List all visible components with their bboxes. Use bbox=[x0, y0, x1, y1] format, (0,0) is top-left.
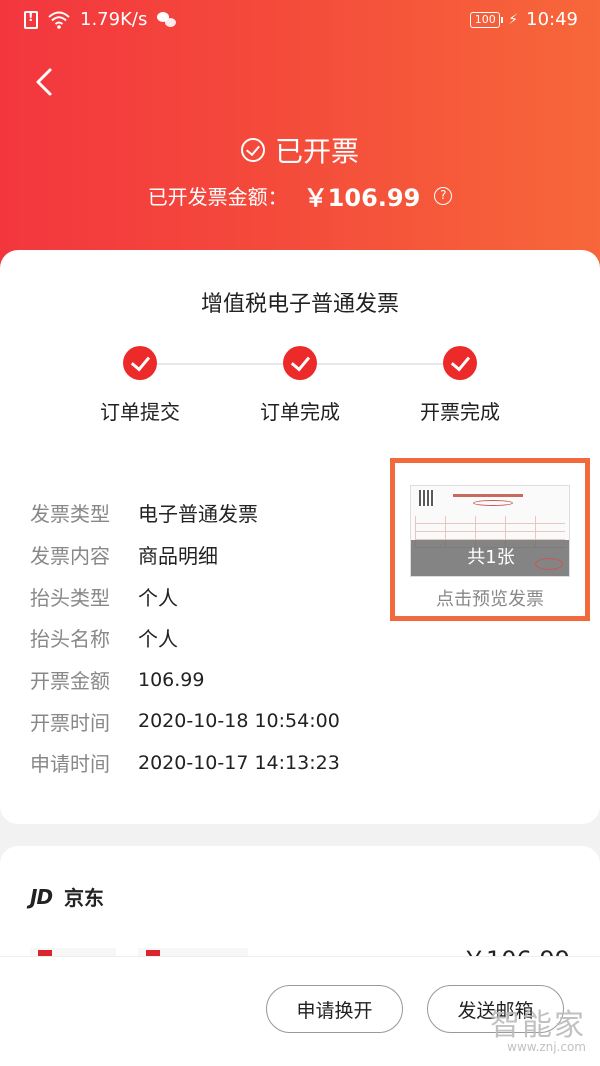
detail-label: 抬头名称 bbox=[30, 627, 110, 652]
detail-label: 抬头类型 bbox=[30, 585, 110, 610]
step-label: 订单完成 bbox=[260, 400, 340, 424]
detail-row-title-type: 抬头类型 个人 bbox=[30, 575, 340, 617]
status-right: 100 ⚡ 10:49 bbox=[470, 9, 578, 30]
detail-value: 2020-10-18 10:54:00 bbox=[138, 710, 340, 733]
thumbnail-header bbox=[411, 486, 569, 512]
invoice-thumbnail[interactable]: 共1张 bbox=[410, 485, 570, 577]
detail-label: 发票内容 bbox=[30, 544, 110, 569]
detail-value: 106.99 bbox=[138, 668, 205, 691]
status-bar: 1.79K/s 100 ⚡ 10:49 bbox=[0, 0, 600, 40]
sim-alert-icon bbox=[24, 10, 38, 29]
step-label: 开票完成 bbox=[420, 400, 500, 424]
wechat-notification-icon bbox=[157, 11, 177, 28]
step-invoice-completed: 开票完成 bbox=[400, 346, 520, 425]
help-icon[interactable]: ? bbox=[434, 186, 453, 205]
check-circle-icon bbox=[240, 138, 265, 162]
clock: 10:49 bbox=[526, 9, 578, 30]
detail-label: 发票类型 bbox=[30, 502, 110, 527]
watermark-text: 智能家 bbox=[490, 1008, 586, 1043]
detail-row-apply-time: 申请时间 2020-10-17 14:13:23 bbox=[30, 742, 340, 784]
detail-label: 开票时间 bbox=[30, 710, 110, 735]
preview-hint[interactable]: 点击预览发票 bbox=[395, 585, 585, 611]
step-label: 订单提交 bbox=[100, 400, 180, 424]
thumbnail-title-oval bbox=[473, 500, 513, 506]
detail-row-title-name: 抬头名称 个人 bbox=[30, 617, 340, 659]
step-order-submitted: 订单提交 bbox=[80, 346, 200, 425]
stamp-icon bbox=[535, 558, 563, 570]
invoice-type-title: 增值税电子普通发票 bbox=[200, 292, 399, 317]
detail-value: 商品明细 bbox=[138, 544, 218, 569]
network-speed: 1.79K/s bbox=[80, 9, 148, 30]
invoice-progress: 订单提交 订单完成 开票完成 bbox=[0, 346, 600, 426]
detail-row-invoice-content: 发票内容 商品明细 bbox=[30, 534, 340, 576]
step-check-icon bbox=[443, 346, 477, 380]
invoice-status: 已开票 bbox=[0, 130, 600, 170]
invoice-details: 发票类型 电子普通发票 发票内容 商品明细 抬头类型 个人 抬头名称 个人 开票… bbox=[30, 492, 340, 784]
bottom-action-bar: 申请换开 发送邮箱 智能家 www.znj.com bbox=[0, 956, 600, 1066]
jd-logo-icon: JD bbox=[30, 884, 53, 909]
detail-row-invoice-amount: 开票金额 106.99 bbox=[30, 659, 340, 701]
battery-icon: 100 bbox=[470, 11, 504, 28]
step-check-icon bbox=[123, 346, 157, 380]
detail-value: 个人 bbox=[138, 585, 178, 610]
reissue-button[interactable]: 申请换开 bbox=[266, 985, 403, 1033]
watermark: 智能家 www.znj.com bbox=[490, 1000, 586, 1054]
status-left: 1.79K/s bbox=[24, 9, 177, 30]
detail-value: 2020-10-17 14:13:23 bbox=[138, 751, 340, 774]
issued-amount-row: 已开发票金额： ￥106.99 ? bbox=[0, 178, 600, 213]
detail-value: 个人 bbox=[138, 627, 178, 652]
chevron-left-icon bbox=[36, 68, 52, 96]
detail-row-invoice-time: 开票时间 2020-10-18 10:54:00 bbox=[30, 700, 340, 742]
back-button[interactable] bbox=[26, 62, 66, 102]
step-check-icon bbox=[283, 346, 317, 380]
detail-value: 电子普通发票 bbox=[138, 502, 258, 527]
step-order-completed: 订单完成 bbox=[240, 346, 360, 425]
invoice-preview[interactable]: 共1张 点击预览发票 bbox=[390, 458, 590, 621]
detail-row-invoice-type: 发票类型 电子普通发票 bbox=[30, 492, 340, 534]
detail-label: 申请时间 bbox=[30, 752, 110, 777]
shop-header: JD 京东 bbox=[30, 882, 104, 911]
thumbnail-title-line bbox=[453, 494, 523, 497]
header-banner: 1.79K/s 100 ⚡ 10:49 已开票 已开发票金额： ￥106.99 … bbox=[0, 0, 600, 290]
shop-name: 京东 bbox=[64, 886, 105, 910]
detail-label: 开票金额 bbox=[30, 669, 110, 694]
qr-code-icon bbox=[419, 490, 435, 506]
issued-amount-label: 已开发票金额： bbox=[147, 185, 288, 209]
charging-icon: ⚡ bbox=[508, 11, 519, 28]
invoice-status-text: 已开票 bbox=[274, 135, 359, 168]
issued-amount-value: ￥106.99 bbox=[303, 184, 421, 212]
wifi-icon bbox=[48, 11, 70, 29]
